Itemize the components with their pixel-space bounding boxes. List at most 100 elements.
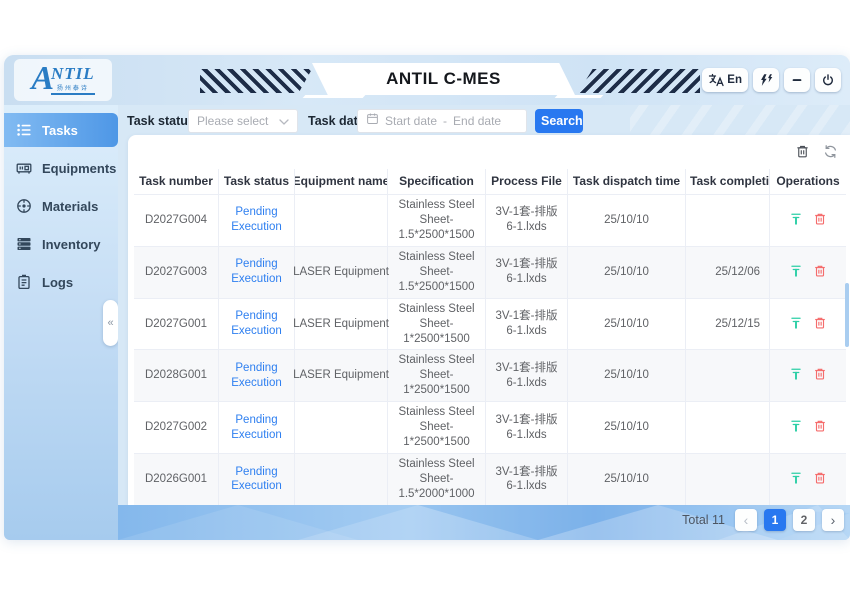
delete-button[interactable] [813,471,827,488]
cell-task-dispatch-time: 25/10/10 [568,350,686,402]
page-button-1[interactable]: 1 [764,509,786,531]
sidebar-item-equipments[interactable]: Equipments [4,151,118,185]
table-body: D2027G004Pending ExecutionStainless Stee… [134,195,846,505]
cell-task-status: Pending Execution [219,195,295,247]
delete-button[interactable] [813,212,827,229]
cell-task-completion-time [686,454,770,505]
translate-icon [708,73,724,87]
download-button[interactable] [789,419,803,436]
logo-name: NTIL [51,65,95,82]
cell-task-dispatch-time: 25/10/10 [568,247,686,299]
task-status-link[interactable]: Pending Execution [224,413,289,443]
download-button[interactable] [789,471,803,488]
main-content: Task status Please select Task date Star… [118,105,850,540]
download-button[interactable] [789,212,803,229]
cell-operations [770,454,846,505]
column-header-completion-time: Task completion t [686,169,770,195]
app-window: A NTIL 扬州泰诗 ANTIL C-MES En [4,55,850,540]
cell-operations [770,195,846,247]
download-button[interactable] [789,316,803,333]
cell-process-file: 3V-1套-排版6-1.lxds [486,195,568,247]
table-row: D2027G001Pending ExecutionLASER Equipmen… [134,299,846,351]
task-status-link[interactable]: Pending Execution [224,309,289,339]
task-status-link[interactable]: Pending Execution [224,205,289,235]
next-page-button[interactable]: › [822,509,844,531]
table-scrollbar[interactable] [845,283,849,347]
column-header-operations: Operations [770,169,846,195]
search-button[interactable]: Search [535,109,583,133]
cell-task-dispatch-time: 25/10/10 [568,454,686,505]
download-button[interactable] [789,264,803,281]
delete-icon [813,212,827,229]
power-button[interactable] [815,68,841,92]
cell-task-completion-time [686,350,770,402]
delete-icon [813,316,827,333]
cell-operations [770,247,846,299]
cell-task-status: Pending Execution [219,247,295,299]
cell-task-completion-time: 25/12/15 [686,299,770,351]
delete-icon [813,367,827,384]
cell-process-file: 3V-1套-排版6-1.lxds [486,247,568,299]
task-status-link[interactable]: Pending Execution [224,257,289,287]
bulk-delete-button[interactable] [795,144,810,162]
task-status-link[interactable]: Pending Execution [224,465,289,495]
sidebar-item-inventory[interactable]: Inventory [4,227,118,261]
cell-task-completion-time [686,402,770,454]
cell-specification: Stainless Steel Sheet-1.5*2500*1500 [388,195,486,247]
cell-specification: Stainless Steel Sheet-1*2500*1500 [388,350,486,402]
delete-button[interactable] [813,367,827,384]
date-range-separator: - [443,114,447,128]
sidebar-item-materials[interactable]: Materials [4,189,118,223]
sidebar-item-logs[interactable]: Logs [4,265,118,299]
decor-stripes-right [578,69,700,93]
logs-clipboard-icon [16,274,32,290]
sidebar-item-label: Materials [42,199,98,214]
cell-task-status: Pending Execution [219,350,295,402]
column-header-equipment-name: Equipment name [295,169,388,195]
language-button[interactable]: En [702,68,748,92]
prev-page-button[interactable]: ‹ [735,509,757,531]
cell-equipment-name: LASER Equipment [295,350,388,402]
task-status-select[interactable]: Please select [188,109,298,133]
banner-accent-left [303,95,366,98]
download-button[interactable] [789,367,803,384]
table-row: D2027G004Pending ExecutionStainless Stee… [134,195,846,247]
minimize-button[interactable] [784,68,810,92]
column-header-specification: Specification [388,169,486,195]
cell-task-number: D2028G001 [134,350,219,402]
brand-logo: A NTIL 扬州泰诗 [14,59,112,101]
download-icon [789,316,803,333]
cell-process-file: 3V-1套-排版6-1.lxds [486,402,568,454]
cell-specification: Stainless Steel Sheet-1.5*2000*1000 [388,454,486,505]
delete-button[interactable] [813,264,827,281]
minimize-icon [790,73,804,87]
sidebar-item-label: Tasks [42,123,78,138]
sidebar: Tasks Equipments Materials Inventory Log… [4,105,118,540]
refresh-button[interactable] [823,144,838,162]
delete-button[interactable] [813,419,827,436]
cell-task-dispatch-time: 25/10/10 [568,299,686,351]
calendar-icon [366,112,379,130]
power-icon [821,73,835,87]
refresh-icon [823,144,838,162]
cell-task-completion-time: 25/12/06 [686,247,770,299]
table-row: D2027G003Pending ExecutionLASER Equipmen… [134,247,846,299]
sidebar-collapse-handle[interactable]: « [103,300,118,346]
language-label: En [727,74,742,86]
delete-icon [813,419,827,436]
chevron-down-icon [279,112,289,130]
task-date-range-input[interactable]: Start date - End date [357,109,527,133]
sidebar-item-tasks[interactable]: Tasks [4,113,118,147]
task-status-label: Task status [127,114,195,128]
tasks-table: Task number Task status Equipment name S… [134,169,846,505]
cell-equipment-name [295,454,388,505]
cell-task-completion-time [686,195,770,247]
quick-action-button[interactable] [753,68,779,92]
cell-task-dispatch-time: 25/10/10 [568,402,686,454]
task-status-link[interactable]: Pending Execution [224,361,289,391]
page-button-2[interactable]: 2 [793,509,815,531]
delete-button[interactable] [813,316,827,333]
app-title: ANTIL C-MES [386,69,501,89]
table-row: D2027G002Pending ExecutionStainless Stee… [134,402,846,454]
cell-equipment-name: LASER Equipment [295,247,388,299]
